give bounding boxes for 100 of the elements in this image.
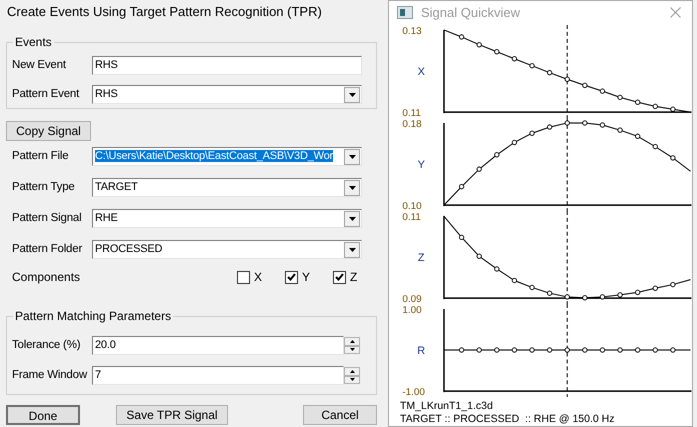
spin-buttons[interactable]: [344, 367, 360, 384]
data-point: [564, 347, 570, 353]
axis-tick-label: 0.11: [402, 212, 421, 223]
data-point: [582, 294, 588, 300]
field-label: New Event: [12, 58, 67, 72]
field-label: Pattern Event: [12, 88, 80, 102]
dialog-button[interactable]: Done: [6, 405, 80, 425]
data-point: [476, 166, 482, 172]
axis-tick-label: 0.13: [402, 26, 422, 37]
window-icon: [397, 6, 413, 20]
dropdown-button[interactable]: [344, 180, 360, 196]
dropdown-field[interactable]: TARGET: [92, 178, 362, 197]
data-point: [617, 292, 623, 298]
dropdown-field[interactable]: PROCESSED: [92, 240, 362, 259]
close-button[interactable]: [670, 7, 681, 18]
data-point: [582, 120, 588, 126]
data-point: [600, 122, 606, 128]
dropdown-field[interactable]: RHS: [92, 85, 362, 104]
axis-tick-label: 0.11: [402, 108, 421, 118]
field-label: Pattern File: [12, 150, 70, 164]
data-point: [547, 70, 552, 76]
axis-tick-label: 0.10: [402, 200, 422, 211]
data-point: [600, 88, 606, 94]
field-label: Pattern Type: [12, 180, 76, 194]
text-field[interactable]: RHS: [92, 56, 362, 75]
field-label: Pattern Signal: [12, 212, 82, 226]
dropdown-button[interactable]: [344, 242, 360, 258]
data-point: [617, 94, 623, 100]
group-title: Events: [13, 35, 54, 49]
data-point: [458, 347, 464, 353]
data-point: [547, 290, 552, 296]
data-point: [635, 290, 640, 295]
check-icon: [335, 273, 344, 282]
dialog-button[interactable]: Save TPR Signal: [116, 405, 228, 425]
data-point: [652, 144, 658, 150]
caret-icon: [348, 248, 356, 252]
caret-icon: [348, 216, 356, 220]
data-point: [582, 347, 588, 353]
data-point: [617, 127, 623, 133]
axis-tick-label: -1.00: [402, 387, 425, 398]
dropdown-button[interactable]: [344, 210, 360, 226]
checkbox[interactable]: Y: [285, 270, 333, 285]
spin-field[interactable]: 7: [92, 366, 344, 385]
data-point: [564, 76, 570, 82]
data-point: [529, 284, 535, 290]
data-point: [652, 104, 658, 109]
data-point: [617, 347, 623, 353]
axis-label: Y: [418, 158, 425, 171]
field-label: Pattern Folder: [12, 242, 84, 256]
axis-tick-label: 1.00: [402, 304, 422, 316]
axis-label: X: [418, 66, 425, 78]
file-info-text: TARGET :: PROCESSED :: RHE @ 150.0 Hz: [399, 413, 616, 426]
caret-icon: [348, 92, 356, 96]
axis-label: R: [417, 344, 426, 357]
caret-icon: [348, 186, 356, 190]
data-point: [652, 347, 658, 353]
window-title: Signal Quickview: [421, 5, 520, 21]
data-point: [635, 99, 640, 105]
data-point: [564, 120, 570, 126]
data-point: [652, 286, 658, 291]
data-point: [529, 62, 535, 68]
data-point: [635, 134, 640, 139]
data-point: [458, 34, 464, 40]
field-label: Components: [12, 270, 82, 285]
axis-tick-label: 0.09: [402, 294, 422, 304]
data-point: [635, 347, 640, 353]
dialog-button[interactable]: Cancel: [303, 405, 377, 425]
dropdown-button[interactable]: [344, 86, 360, 102]
group-title: Pattern Matching Parameters: [13, 309, 174, 323]
data-point: [512, 140, 518, 145]
dropdown-field[interactable]: RHE: [92, 209, 362, 228]
data-point: [494, 48, 500, 54]
field-label: Tolerance (%): [12, 338, 82, 352]
dropdown-field[interactable]: C:\Users\Katie\Desktop\EastCoast_ASB\V3D_Wor: [92, 147, 362, 166]
data-point: [458, 184, 464, 190]
data-point: [494, 266, 500, 272]
data-point: [600, 347, 606, 353]
data-point: [670, 347, 676, 353]
checkbox[interactable]: X: [237, 270, 285, 285]
data-point: [670, 282, 676, 288]
data-point: [582, 82, 588, 88]
check-icon: [287, 273, 296, 282]
spin-buttons[interactable]: [344, 337, 360, 354]
data-point: [458, 234, 464, 240]
field-label: Frame Window: [12, 368, 88, 382]
axis-label: Z: [418, 252, 425, 264]
data-point: [600, 294, 606, 300]
copy-signal-button[interactable]: Copy Signal: [6, 121, 91, 141]
dialog-title: Create Events Using Target Pattern Recognition (TPR): [6, 3, 323, 21]
data-point: [512, 278, 518, 283]
checkbox[interactable]: Z: [333, 270, 373, 285]
dropdown-button[interactable]: [344, 148, 360, 164]
data-point: [529, 347, 535, 353]
data-point: [512, 347, 518, 353]
data-point: [476, 253, 482, 259]
data-point: [476, 347, 482, 353]
spin-field[interactable]: 20.0: [92, 336, 344, 355]
data-point: [564, 294, 570, 300]
data-point: [670, 106, 676, 112]
data-point: [529, 130, 535, 136]
